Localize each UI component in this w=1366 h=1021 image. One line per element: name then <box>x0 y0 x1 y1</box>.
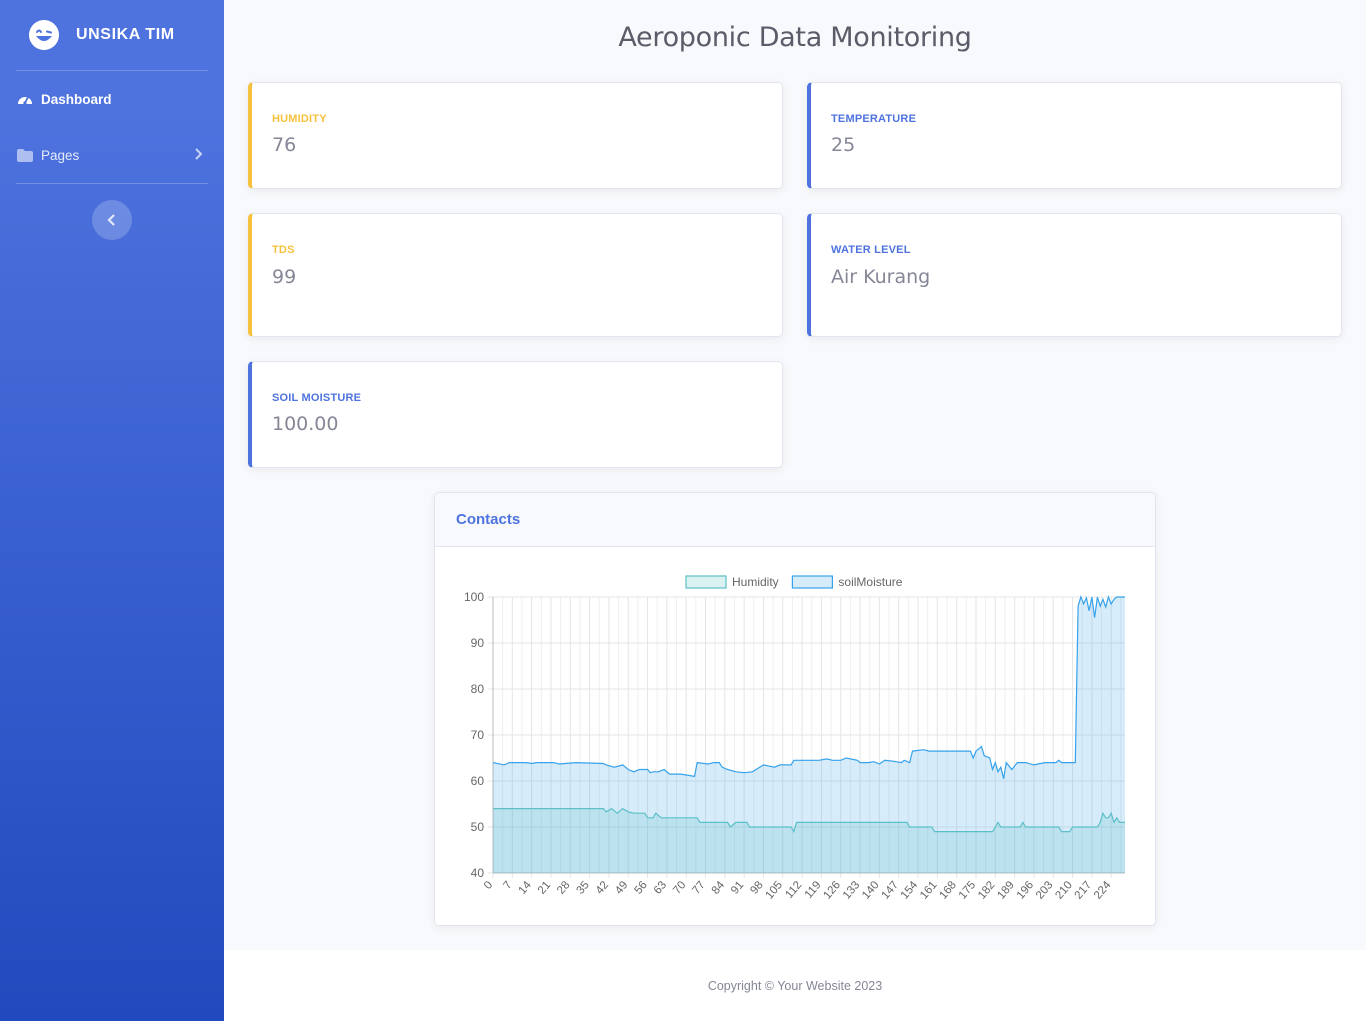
x-tick-label: 133 <box>841 879 863 901</box>
temperature-card: TEMPERATURE 25 <box>807 82 1342 189</box>
y-tick-label: 100 <box>464 590 484 604</box>
tds-card: TDS 99 <box>248 213 783 337</box>
water-level-value: Air Kurang <box>831 266 931 288</box>
x-tick-label: 35 <box>574 879 591 897</box>
humidity-label: HUMIDITY <box>272 113 327 125</box>
sidebar-item-label: Dashboard <box>41 91 112 107</box>
x-tick-label: 70 <box>671 879 688 897</box>
x-tick-label: 217 <box>1073 879 1095 901</box>
x-tick-label: 112 <box>783 879 804 901</box>
sidebar-item-dashboard[interactable]: Dashboard <box>0 71 224 127</box>
sidebar-toggle-button[interactable] <box>92 200 132 240</box>
x-tick-label: 147 <box>879 879 901 901</box>
sidebar-item-label: Pages <box>41 147 80 163</box>
x-tick-label: 21 <box>536 879 553 897</box>
soil-moisture-value: 100.00 <box>272 413 339 435</box>
soil-moisture-card: SOIL MOISTURE 100.00 <box>248 361 783 468</box>
water-level-card: WATER LEVEL Air Kurang <box>807 213 1342 337</box>
humidity-card: HUMIDITY 76 <box>248 82 783 189</box>
legend-swatch <box>685 575 727 589</box>
area-chart[interactable]: 4050607080901000 7 14 21 28 35 42 49 56 63 70 77 84 9… <box>435 547 1156 926</box>
x-tick-label: 168 <box>937 879 959 901</box>
temperature-label: TEMPERATURE <box>831 113 917 125</box>
x-tick-label: 91 <box>729 879 746 897</box>
sidebar: UNSIKA TIM Dashboard Pages <box>0 0 224 1021</box>
tds-value: 99 <box>272 266 297 288</box>
x-tick-label: 63 <box>652 879 669 897</box>
x-tick-label: 28 <box>555 879 572 897</box>
x-tick-label: 224 <box>1092 879 1114 902</box>
sidebar-item-pages[interactable]: Pages <box>0 127 224 183</box>
y-tick-label: 60 <box>471 774 485 788</box>
chevron-left-icon <box>107 214 115 226</box>
x-tick-label: 105 <box>764 879 786 901</box>
page-title: Aeroponic Data Monitoring <box>618 22 972 53</box>
laugh-wink-icon <box>29 20 59 50</box>
x-tick-label: 7 <box>501 879 514 892</box>
x-tick-label: 196 <box>1015 879 1037 901</box>
x-tick-label: 77 <box>690 879 707 897</box>
brand-link[interactable]: UNSIKA TIM <box>0 0 224 70</box>
legend-label: Humidity <box>732 575 779 589</box>
x-tick-label: 14 <box>517 879 535 897</box>
x-tick-label: 56 <box>632 879 649 897</box>
x-tick-label: 49 <box>613 879 630 897</box>
chevron-right-icon <box>195 148 203 160</box>
temperature-value: 25 <box>831 134 856 156</box>
water-level-label: WATER LEVEL <box>831 244 911 256</box>
x-tick-label: 0 <box>482 879 495 892</box>
y-tick-label: 40 <box>471 866 485 880</box>
x-tick-label: 182 <box>976 879 998 901</box>
x-tick-label: 42 <box>594 879 611 897</box>
x-tick-label: 154 <box>899 879 921 902</box>
footer: Copyright © Your Website 2023 <box>224 950 1366 1021</box>
sidebar-divider <box>16 183 208 184</box>
tds-label: TDS <box>272 244 295 256</box>
humidity-value: 76 <box>272 134 297 156</box>
folder-icon <box>17 147 33 163</box>
x-tick-label: 140 <box>860 879 882 901</box>
x-tick-label: 84 <box>710 879 728 897</box>
series-line-soilmoisture <box>492 595 1125 779</box>
x-tick-label: 161 <box>918 879 940 901</box>
chart-header: Contacts <box>435 493 1155 547</box>
x-tick-label: 203 <box>1034 879 1056 901</box>
tachometer-icon <box>17 91 33 107</box>
y-tick-label: 80 <box>471 682 485 696</box>
legend-swatch <box>791 575 833 589</box>
copyright-text: Copyright © Your Website 2023 <box>707 978 883 993</box>
soil-moisture-label: SOIL MOISTURE <box>272 392 362 404</box>
y-tick-label: 50 <box>471 820 485 834</box>
x-tick-label: 126 <box>822 879 844 901</box>
chart-card: Contacts 40 50 60 70 80 90 100 0 7 14 21 28 35 42 49 56… <box>434 492 1156 926</box>
x-tick-label: 119 <box>803 879 824 901</box>
x-tick-label: 189 <box>995 879 1017 901</box>
y-tick-label: 70 <box>471 728 485 742</box>
x-tick-label: 210 <box>1053 879 1075 901</box>
chart-title: Contacts <box>456 511 521 528</box>
legend-label: soilMoisture <box>838 575 902 589</box>
y-tick-label: 90 <box>471 636 485 650</box>
x-tick-label: 175 <box>957 879 979 901</box>
brand-text: UNSIKA TIM <box>76 26 175 43</box>
